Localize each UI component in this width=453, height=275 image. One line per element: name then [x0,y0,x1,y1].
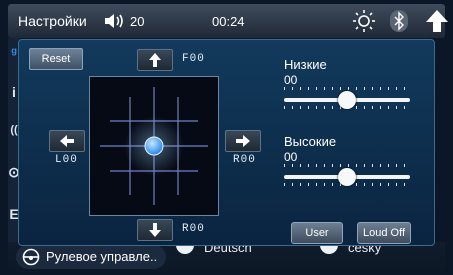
treble-ticks [284,164,410,167]
front-value: F00 [182,53,205,65]
steering-wheel-item[interactable]: Рулевое управле.. [16,245,166,269]
volume-value: 20 [130,14,145,29]
audio-balance-panel: Reset F00 L00 R00 R00 Низкие 00 Высокие … [18,39,435,246]
bass-label: Низкие [284,57,327,72]
left-value: L00 [55,154,78,166]
treble-value: 00 [284,150,298,164]
balance-position-marker [144,136,164,156]
treble-slider-knob[interactable] [338,168,356,186]
volume-icon[interactable] [103,12,127,35]
fader-front-button[interactable] [137,49,173,71]
bass-ticks [284,87,410,90]
steering-wheel-icon [22,248,40,271]
clock-time: 00:24 [212,14,245,29]
bass-value: 00 [284,73,298,87]
home-up-arrow-icon[interactable] [425,9,449,38]
brightness-icon[interactable] [352,9,376,38]
loudness-button[interactable]: Loud Off [357,222,411,244]
rear-value: R00 [182,223,205,235]
bluetooth-icon[interactable] [390,10,408,32]
balance-right-button[interactable] [225,130,261,152]
reset-button[interactable]: Reset [29,48,83,70]
balance-fader-pad[interactable] [89,76,219,216]
right-value: R00 [233,154,256,166]
user-preset-button[interactable]: User [291,222,343,244]
settings-list-bottom: Рулевое управле.. Deutsch česky [8,236,445,272]
treble-label: Высокие [284,134,337,149]
page-title: Настройки [18,13,87,29]
settings-screen: Настройки 20 00:24 ᵍ i ((⊙ E Рулевое уп… [0,0,453,275]
steering-wheel-label: Рулевое управле.. [46,249,158,264]
balance-left-button[interactable] [49,130,85,152]
top-bar: Настройки 20 00:24 [8,4,448,38]
fader-rear-button[interactable] [137,219,173,241]
bass-slider-knob[interactable] [338,91,356,109]
